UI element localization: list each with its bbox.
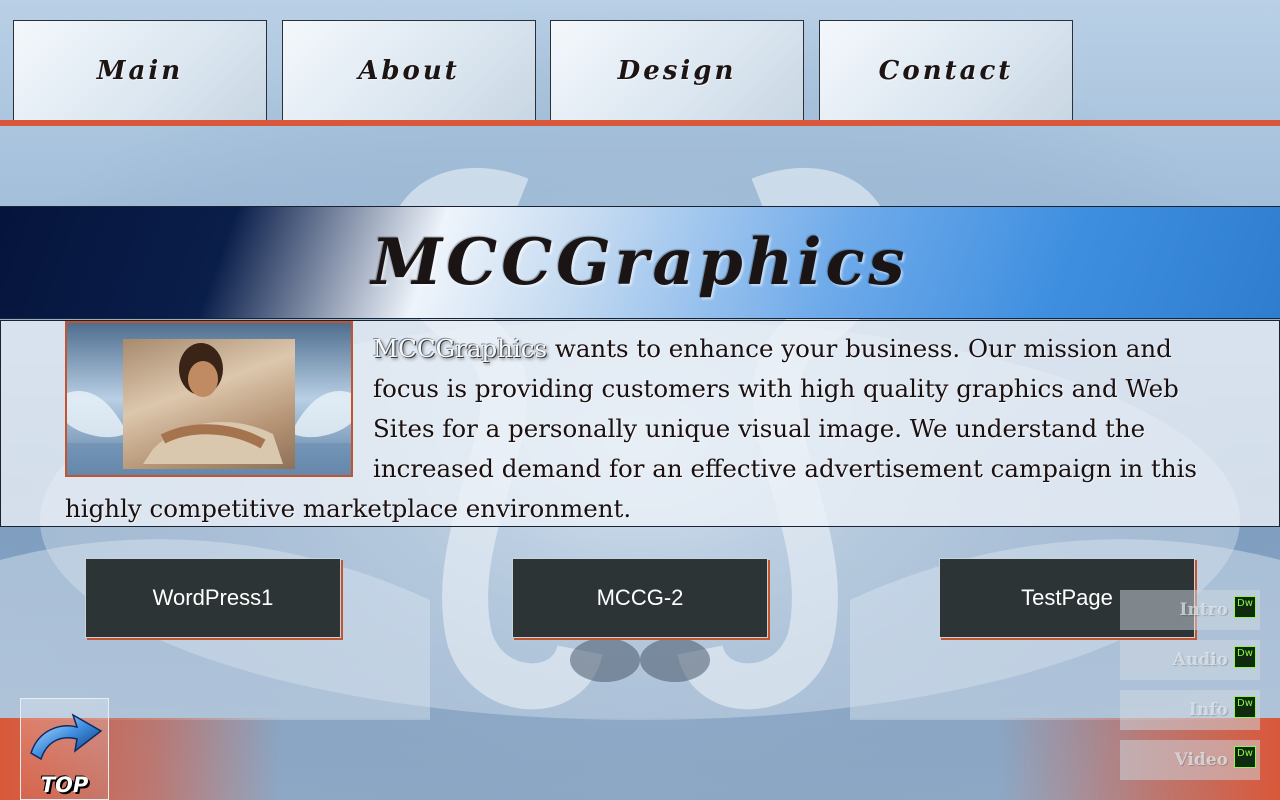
top-label: TOP bbox=[40, 773, 89, 797]
dreamweaver-icon: Dw bbox=[1234, 696, 1256, 718]
main-navigation: Main About Design Contact bbox=[0, 0, 1280, 126]
mccg-2-button[interactable]: MCCG-2 bbox=[512, 558, 768, 638]
site-title: MCCGraphics bbox=[371, 225, 909, 300]
wordpress1-button[interactable]: WordPress1 bbox=[85, 558, 341, 638]
back-to-top-button[interactable]: TOP bbox=[20, 698, 109, 800]
side-item-intro[interactable]: Intro Dw bbox=[1120, 590, 1260, 630]
brand-name-highlight: MCCGraphics bbox=[373, 334, 548, 363]
footer-bar bbox=[0, 718, 1280, 800]
nav-tab-design[interactable]: Design bbox=[550, 20, 804, 120]
side-item-label: Info bbox=[1189, 700, 1228, 720]
nav-tab-main[interactable]: Main bbox=[13, 20, 267, 120]
curved-arrow-icon bbox=[30, 713, 103, 761]
dreamweaver-icon: Dw bbox=[1234, 646, 1256, 668]
intro-text-block: MCCGraphics wants to enhance your busine… bbox=[65, 321, 1215, 529]
intro-panel: MCCGraphics wants to enhance your busine… bbox=[0, 320, 1280, 527]
side-item-video[interactable]: Video Dw bbox=[1120, 740, 1260, 780]
dreamweaver-icon: Dw bbox=[1234, 746, 1256, 768]
nav-tab-contact[interactable]: Contact bbox=[819, 20, 1073, 120]
site-banner: MCCGraphics bbox=[0, 206, 1280, 319]
intro-video-thumbnail[interactable] bbox=[65, 321, 353, 477]
video-preview-image bbox=[123, 339, 295, 469]
side-item-label: Video bbox=[1174, 750, 1228, 770]
side-item-label: Audio bbox=[1172, 650, 1228, 670]
side-item-label: Intro bbox=[1179, 600, 1228, 620]
side-item-info[interactable]: Info Dw bbox=[1120, 690, 1260, 730]
side-item-audio[interactable]: Audio Dw bbox=[1120, 640, 1260, 680]
dreamweaver-icon: Dw bbox=[1234, 596, 1256, 618]
nav-divider bbox=[0, 120, 1280, 126]
nav-tab-about[interactable]: About bbox=[282, 20, 536, 120]
